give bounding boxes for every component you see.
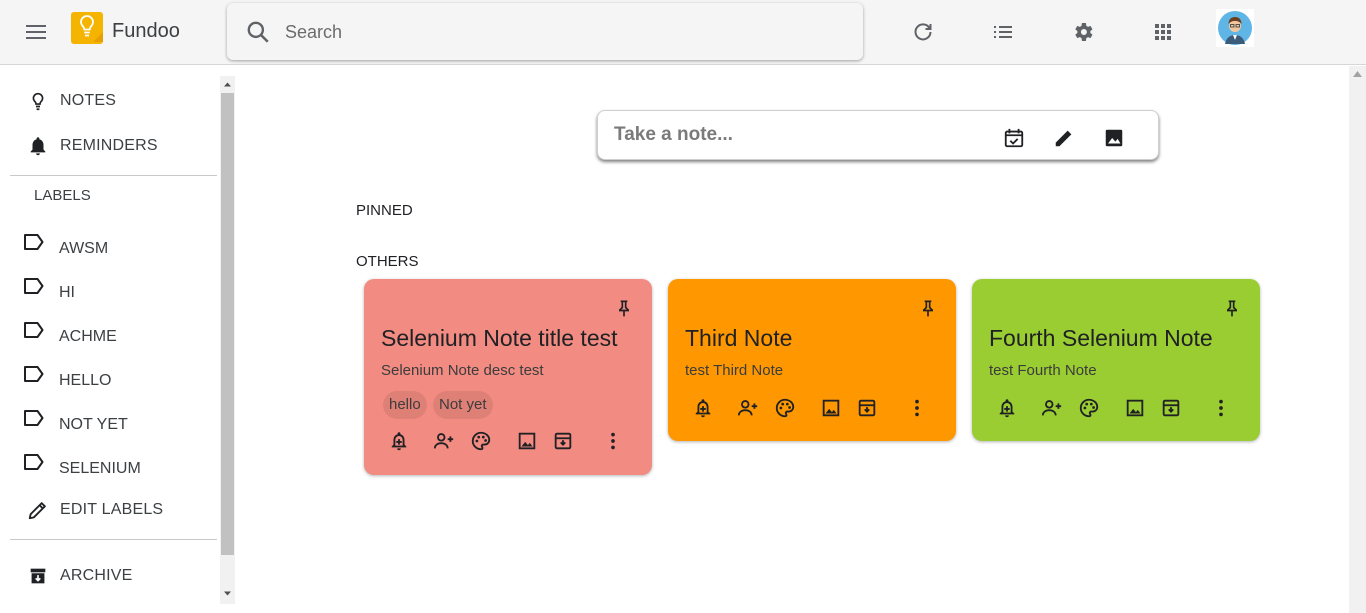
pin-icon[interactable] [1222,297,1242,319]
pencil-icon[interactable] [1053,127,1075,149]
note-title: Third Note [685,325,793,351]
sidebar-item-label: NOT YET [59,416,128,433]
note-title: Selenium Note title test [381,325,618,351]
bell-icon [26,134,50,158]
label-icon [22,452,46,472]
reminder-bell-icon[interactable] [996,397,1018,419]
note-toolbar [692,397,932,421]
search-input[interactable] [285,17,845,47]
pinned-heading: PINNED [356,202,413,219]
sidebar-divider [10,175,217,176]
gear-icon[interactable] [1071,20,1095,44]
palette-icon[interactable] [470,430,492,452]
image-icon[interactable] [1103,127,1125,149]
collaborator-icon[interactable] [1041,397,1063,419]
label-chip[interactable]: hello [383,391,427,419]
sidebar-item-reminders[interactable]: REMINDERS [26,133,158,159]
reminder-bell-icon[interactable] [388,430,410,452]
sidebar-item-label: EDIT LABELS [60,501,164,518]
sidebar-item-label: AWSM [59,240,109,257]
note-toolbar [388,430,628,454]
image-icon[interactable] [1124,397,1146,419]
sidebar-item-label: REMINDERS [60,137,158,154]
take-note-input[interactable] [614,122,974,148]
note-description: test Third Note [685,362,784,379]
main-scrollbar[interactable] [1349,66,1366,613]
pin-icon[interactable] [614,297,634,319]
image-icon[interactable] [516,430,538,452]
more-vert-icon[interactable] [1210,397,1232,419]
sidebar-item-archive[interactable]: ARCHIVE [26,563,133,589]
sidebar-item-notes[interactable]: NOTES [26,88,116,114]
apps-grid-icon[interactable] [1151,20,1175,44]
archive-icon [26,564,50,588]
note-toolbar [996,397,1236,421]
archive-icon[interactable] [856,397,878,419]
note-card[interactable]: Fourth Selenium Note test Fourth Note [972,279,1260,441]
sidebar-divider [10,539,217,540]
checklist-calendar-icon[interactable] [1003,127,1025,149]
sidebar-item-hi[interactable]: HI [22,276,75,302]
pencil-icon [26,498,50,522]
note-title: Fourth Selenium Note [989,325,1213,351]
label-icon [22,320,46,340]
sidebar-item-edit-labels[interactable]: EDIT LABELS [26,497,163,523]
note-description: Selenium Note desc test [381,362,544,379]
sidebar-item-label: ACHME [59,328,117,345]
top-app-bar: Fundoo [0,0,1366,65]
label-icon [22,408,46,428]
labels-heading: LABELS [34,187,91,204]
collaborator-icon[interactable] [433,430,455,452]
search-bar [227,3,863,60]
reminder-bell-icon[interactable] [692,397,714,419]
note-card[interactable]: Third Note test Third Note [668,279,956,441]
refresh-icon[interactable] [911,20,935,44]
palette-icon[interactable] [1078,397,1100,419]
sidebar-item-label: HI [59,284,75,301]
label-icon [22,364,46,384]
scroll-up-arrow-icon[interactable] [220,77,235,92]
sidebar: NOTES REMINDERS LABELS AWSM HI ACHME HEL… [0,66,236,613]
sidebar-item-achme[interactable]: ACHME [22,320,117,346]
sidebar-scrollbar-thumb[interactable] [221,93,234,555]
pin-icon[interactable] [918,297,938,319]
palette-icon[interactable] [774,397,796,419]
search-icon[interactable] [245,19,271,45]
sidebar-item-label: SELENIUM [59,460,141,477]
list-view-icon[interactable] [991,20,1015,44]
take-note-bar[interactable] [597,110,1159,160]
others-heading: OTHERS [356,253,419,270]
sidebar-item-hello[interactable]: HELLO [22,364,111,390]
more-vert-icon[interactable] [906,397,928,419]
scroll-up-arrow-icon[interactable] [1353,71,1362,77]
sidebar-item-not-yet[interactable]: NOT YET [22,408,128,434]
image-icon[interactable] [820,397,842,419]
menu-icon[interactable] [22,20,50,44]
collaborator-icon[interactable] [737,397,759,419]
avatar[interactable] [1216,9,1254,47]
label-icon [22,232,46,252]
archive-icon[interactable] [552,430,574,452]
sidebar-item-awsm[interactable]: AWSM [22,232,108,258]
archive-icon[interactable] [1160,397,1182,419]
sidebar-item-label: HELLO [59,372,112,389]
lightbulb-icon [26,89,50,113]
label-chip[interactable]: Not yet [433,391,493,419]
more-vert-icon[interactable] [602,430,624,452]
label-icon [22,276,46,296]
app-title: Fundoo [112,20,180,42]
lightbulb-logo-icon[interactable] [71,12,103,44]
note-description: test Fourth Note [989,362,1097,379]
sidebar-item-selenium[interactable]: SELENIUM [22,452,141,478]
scroll-down-arrow-icon[interactable] [220,586,235,601]
sidebar-item-label: NOTES [60,92,117,109]
sidebar-item-label: ARCHIVE [60,567,133,584]
note-card[interactable]: Selenium Note title test Selenium Note d… [364,279,652,475]
